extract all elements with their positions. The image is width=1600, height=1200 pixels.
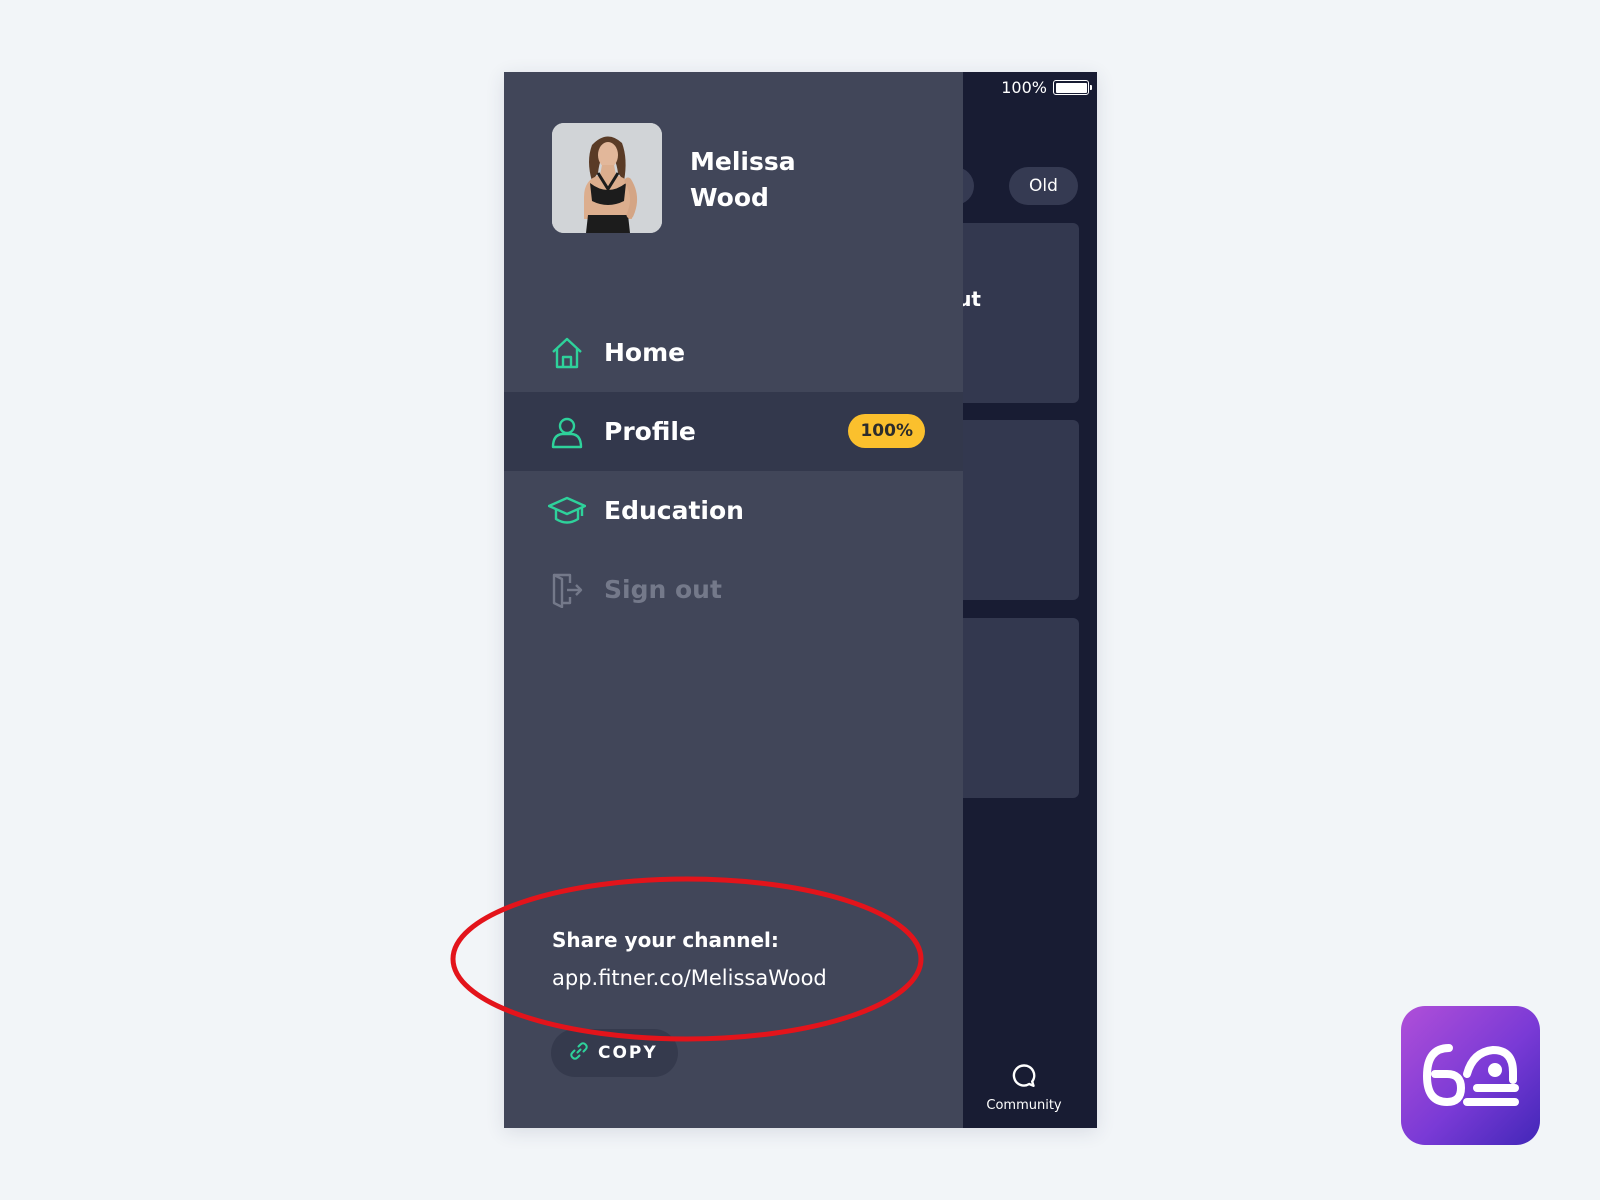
menu-item-sign-out[interactable]: Sign out (504, 550, 963, 629)
tab-community-label: Community (986, 1098, 1062, 1113)
menu-item-home[interactable]: Home (504, 313, 963, 392)
share-channel-link: app.fitner.co/MelissaWood (552, 966, 827, 990)
graduation-cap-icon (548, 492, 586, 530)
battery-percentage: 100% (1001, 78, 1047, 97)
app-logo-icon (1401, 1006, 1540, 1145)
menu-label-education: Education (604, 496, 744, 525)
home-icon (548, 334, 586, 372)
copy-link-button[interactable]: COPY (551, 1029, 678, 1077)
sign-out-icon (548, 571, 586, 609)
phone-screen: 100% d Old ut Community (504, 72, 1097, 1128)
chat-bubble-icon (1010, 1062, 1038, 1094)
copy-button-label: COPY (598, 1043, 658, 1063)
filter-chip-old[interactable]: Old (1009, 167, 1078, 205)
menu-label-sign-out: Sign out (604, 575, 722, 604)
battery-icon (1053, 80, 1092, 95)
profile-completion-badge: 100% (848, 414, 925, 448)
menu-item-profile[interactable]: Profile 100% (504, 392, 963, 471)
status-bar: 100% (1001, 78, 1092, 97)
drawer-menu: Home Profile 100% Education Sign out (504, 313, 963, 629)
menu-label-home: Home (604, 338, 686, 367)
link-icon (569, 1041, 589, 1065)
user-icon (548, 413, 586, 451)
navigation-drawer: Melissa Wood Home Profile 100% Education… (504, 72, 963, 1128)
menu-item-education[interactable]: Education (504, 471, 963, 550)
avatar[interactable] (552, 123, 662, 233)
user-name: Melissa Wood (690, 147, 796, 212)
menu-label-profile: Profile (604, 417, 696, 446)
tab-community[interactable]: Community (981, 1062, 1067, 1113)
share-channel-title: Share your channel: (552, 928, 779, 952)
